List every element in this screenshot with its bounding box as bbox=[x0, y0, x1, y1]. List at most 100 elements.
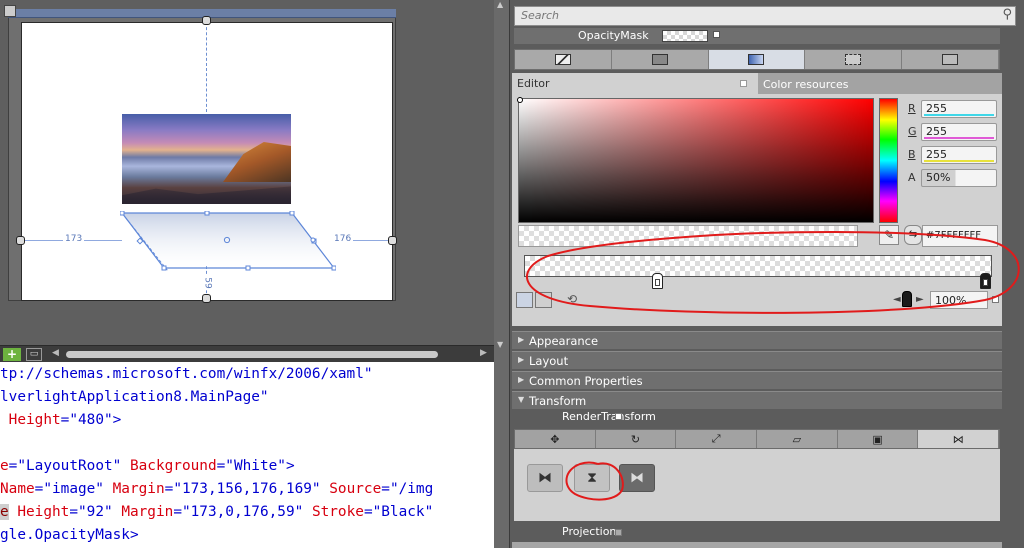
transform-tabs: ✥ ↻ ⤢ ▱ ▣ ⋈ bbox=[514, 429, 1000, 449]
tab-scale[interactable]: ⤢ bbox=[676, 430, 758, 448]
editor-options-dot[interactable] bbox=[740, 80, 747, 87]
hue-slider[interactable] bbox=[879, 98, 898, 223]
channel-a-input[interactable]: 50% bbox=[921, 169, 997, 187]
scroll-up-icon[interactable]: ▲ bbox=[497, 0, 503, 9]
xaml-editor[interactable]: tp://schemas.microsoft.com/winfx/2006/xa… bbox=[0, 362, 494, 548]
linear-gradient-icon[interactable] bbox=[516, 292, 533, 308]
brush-type-tabs bbox=[514, 49, 1000, 70]
tab-flip[interactable]: ⋈ bbox=[918, 430, 1000, 448]
flip-other-button[interactable]: ⧓ bbox=[619, 464, 655, 492]
scroll-left-icon[interactable]: ◀ bbox=[52, 348, 59, 358]
tab-editor-label: Editor bbox=[517, 77, 550, 90]
code-line[interactable]: e Height="92" Margin="173,0,176,59" Stro… bbox=[0, 501, 433, 524]
seascape-image[interactable] bbox=[122, 114, 291, 204]
stop-offset-options-dot[interactable] bbox=[992, 296, 999, 303]
tab-color-resources-label: Color resources bbox=[763, 78, 849, 91]
code-token: = bbox=[363, 504, 373, 520]
channel-a-value: 50% bbox=[926, 171, 951, 184]
image-rocks bbox=[122, 186, 291, 204]
selected-stop-icon bbox=[902, 291, 912, 307]
code-token: Background bbox=[121, 458, 217, 474]
channel-a: A 50% bbox=[905, 169, 997, 187]
search-icon[interactable]: ⚲ bbox=[1002, 7, 1012, 22]
reverse-gradient-icon[interactable]: ⟲ bbox=[564, 292, 580, 308]
expand-arrow-icon: ▶ bbox=[518, 335, 525, 344]
rotate-icon: ↻ bbox=[630, 432, 641, 446]
tab-skew[interactable]: ▱ bbox=[757, 430, 838, 448]
tab-center-point[interactable]: ▣ bbox=[838, 430, 919, 448]
color-swap-icon[interactable]: ⇆ bbox=[904, 225, 922, 245]
design-scrollbar[interactable]: + ▭ ◀ ▶ bbox=[0, 345, 494, 362]
gradient-stop-end[interactable] bbox=[980, 273, 991, 289]
code-line[interactable]: lverlightApplication8.MainPage" bbox=[0, 386, 269, 409]
tile-brush-icon bbox=[845, 54, 862, 65]
tab-no-brush[interactable] bbox=[515, 50, 612, 69]
projection-options-dot[interactable] bbox=[615, 529, 622, 536]
code-line[interactable]: gle.OpacityMask> bbox=[0, 524, 139, 547]
channel-r-bar bbox=[924, 114, 994, 116]
flip-x-icon: ⧓ bbox=[538, 470, 552, 486]
margin-pin-right[interactable] bbox=[388, 236, 397, 245]
tab-color-resources[interactable]: Color resources bbox=[758, 73, 1002, 94]
scroll-right-icon[interactable]: ▶ bbox=[480, 348, 487, 358]
code-line[interactable]: tp://schemas.microsoft.com/winfx/2006/xa… bbox=[0, 363, 373, 386]
code-line[interactable]: e="LayoutRoot" Background="White"> bbox=[0, 455, 295, 478]
previous-stop-icon[interactable]: ◄ bbox=[893, 294, 901, 305]
design-surface[interactable]: 173 176 59 bbox=[0, 0, 494, 345]
scrollbar-thumb[interactable] bbox=[66, 351, 438, 358]
gradient-bar[interactable] bbox=[524, 255, 992, 277]
tab-gradient-brush[interactable] bbox=[708, 50, 806, 69]
properties-scrollbar[interactable]: ▲ ▼ bbox=[494, 0, 510, 548]
margin-pin-top[interactable] bbox=[202, 16, 211, 25]
gradient-stop-start[interactable] bbox=[652, 273, 663, 289]
section-appearance[interactable]: ▶ Appearance bbox=[512, 331, 1002, 349]
advanced-options-dot[interactable] bbox=[713, 31, 720, 38]
tab-tile-brush[interactable] bbox=[805, 50, 903, 69]
radial-gradient-icon[interactable] bbox=[535, 292, 552, 308]
code-token: e bbox=[0, 458, 9, 474]
code-token: Source bbox=[320, 481, 382, 497]
properties-panel: ▲ ▼ Search ⚲ OpacityMask Editor Color re… bbox=[494, 0, 1024, 548]
tab-solid-brush[interactable] bbox=[612, 50, 709, 69]
channel-b-input[interactable]: 255 bbox=[921, 146, 997, 164]
color-picker-marker[interactable] bbox=[517, 97, 523, 103]
artboard-corner-handle[interactable] bbox=[4, 5, 16, 17]
opacity-mask-label: OpacityMask bbox=[578, 29, 649, 42]
render-transform-options-dot[interactable] bbox=[615, 413, 622, 420]
section-common-properties[interactable]: ▶ Common Properties bbox=[512, 371, 1002, 389]
scroll-down-icon[interactable]: ▼ bbox=[497, 340, 503, 349]
eyedropper-icon[interactable]: ✎ bbox=[879, 225, 899, 245]
zoom-plus-icon[interactable]: + bbox=[3, 348, 21, 361]
tab-brush-resources[interactable] bbox=[902, 50, 999, 69]
code-token: Margin bbox=[103, 481, 165, 497]
section-layout[interactable]: ▶ Layout bbox=[512, 351, 1002, 369]
code-line[interactable]: Height="480"> bbox=[0, 409, 122, 432]
code-line[interactable]: Name="image" Margin="173,156,176,169" So… bbox=[0, 478, 433, 501]
margin-pin-bottom[interactable] bbox=[202, 294, 211, 303]
code-token: Height bbox=[0, 412, 61, 428]
channel-r-input[interactable]: 255 bbox=[921, 100, 997, 118]
margin-guide-top bbox=[206, 22, 207, 112]
panel-bottom-strip bbox=[512, 542, 1002, 548]
section-transform[interactable]: ▼ Transform bbox=[512, 391, 1002, 409]
opacity-mask-swatch[interactable] bbox=[662, 30, 708, 42]
tab-translate[interactable]: ✥ bbox=[515, 430, 596, 448]
hex-color-input[interactable]: #7FFFFFFF bbox=[922, 225, 998, 247]
tab-editor[interactable]: Editor bbox=[512, 73, 756, 94]
next-stop-icon[interactable]: ► bbox=[916, 294, 924, 305]
saturation-value-picker[interactable] bbox=[517, 97, 874, 223]
previous-color-swatch[interactable] bbox=[518, 225, 858, 247]
flip-x-button[interactable]: ⧓ bbox=[527, 464, 563, 492]
opacity-mask-row[interactable]: OpacityMask bbox=[514, 28, 1000, 44]
margin-pin-left[interactable] bbox=[16, 236, 25, 245]
gradient-stop-offset-input[interactable]: 100% bbox=[930, 291, 988, 309]
channel-g-input[interactable]: 255 bbox=[921, 123, 997, 141]
code-token: "92" bbox=[78, 504, 113, 520]
center-point-icon: ▣ bbox=[872, 432, 883, 446]
render-transform-row: RenderTransform bbox=[512, 409, 1002, 425]
comment-icon[interactable]: ▭ bbox=[26, 348, 42, 361]
tab-rotate[interactable]: ↻ bbox=[596, 430, 677, 448]
search-input[interactable]: Search ⚲ bbox=[514, 6, 1016, 26]
flip-y-button[interactable]: ⧗ bbox=[574, 464, 610, 492]
reflection-rectangle[interactable] bbox=[120, 211, 336, 271]
